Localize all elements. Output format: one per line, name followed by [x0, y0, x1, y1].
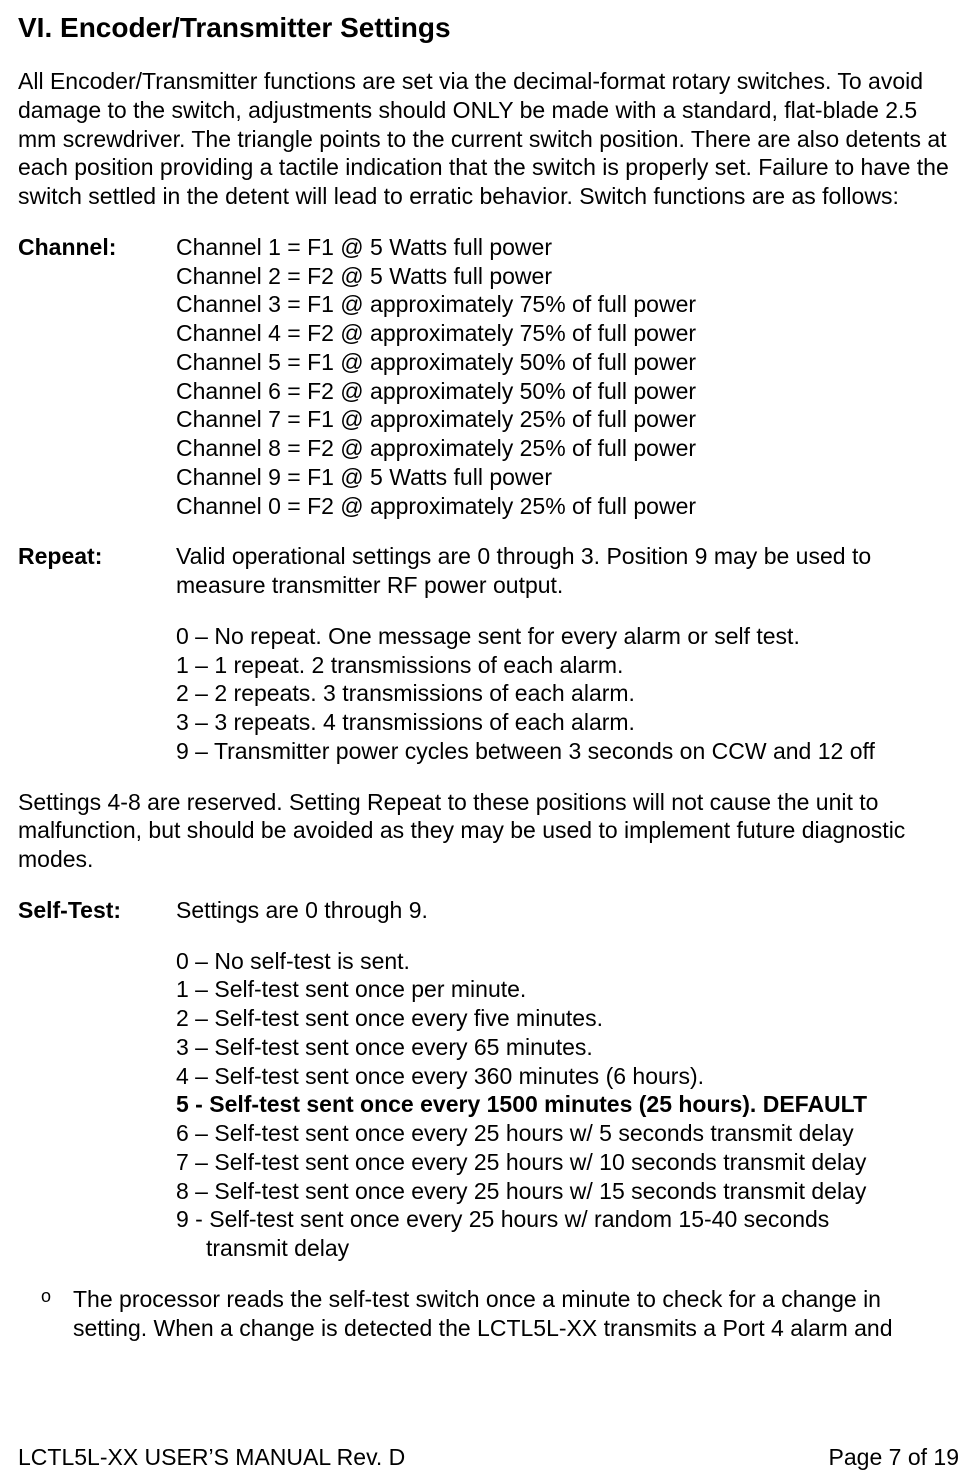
selftest-line: 3 – Self-test sent once every 65 minutes…: [176, 1033, 959, 1062]
bullet-text: The processor reads the self-test switch…: [73, 1285, 959, 1343]
channel-values: Channel 1 = F1 @ 5 Watts full power Chan…: [176, 233, 959, 521]
footer-page-number: Page 7 of 19: [829, 1443, 959, 1472]
selftest-values: Settings are 0 through 9. 0 – No self-te…: [176, 896, 959, 1263]
channel-line: Channel 8 = F2 @ approximately 25% of fu…: [176, 434, 959, 463]
reserved-paragraph: Settings 4-8 are reserved. Setting Repea…: [18, 788, 959, 874]
repeat-section: Repeat: Valid operational settings are 0…: [18, 542, 959, 765]
selftest-line: 6 – Self-test sent once every 25 hours w…: [176, 1119, 959, 1148]
selftest-line: 8 – Self-test sent once every 25 hours w…: [176, 1177, 959, 1206]
channel-line: Channel 6 = F2 @ approximately 50% of fu…: [176, 377, 959, 406]
repeat-values: Valid operational settings are 0 through…: [176, 542, 959, 765]
selftest-line-continuation: transmit delay: [176, 1234, 959, 1263]
channel-line: Channel 9 = F1 @ 5 Watts full power: [176, 463, 959, 492]
repeat-line: 9 – Transmitter power cycles between 3 s…: [176, 737, 959, 766]
channel-line: Channel 1 = F1 @ 5 Watts full power: [176, 233, 959, 262]
repeat-label: Repeat:: [18, 542, 176, 765]
repeat-line: 1 – 1 repeat. 2 transmissions of each al…: [176, 651, 959, 680]
selftest-section: Self-Test: Settings are 0 through 9. 0 –…: [18, 896, 959, 1263]
selftest-line: 7 – Self-test sent once every 25 hours w…: [176, 1148, 959, 1177]
channel-section: Channel: Channel 1 = F1 @ 5 Watts full p…: [18, 233, 959, 521]
repeat-line: 3 – 3 repeats. 4 transmissions of each a…: [176, 708, 959, 737]
intro-paragraph: All Encoder/Transmitter functions are se…: [18, 67, 959, 211]
bullet-marker-icon: o: [18, 1285, 73, 1343]
page-footer: LCTL5L-XX USER’S MANUAL Rev. D Page 7 of…: [18, 1443, 959, 1472]
selftest-line: 1 – Self-test sent once per minute.: [176, 975, 959, 1004]
channel-line: Channel 3 = F1 @ approximately 75% of fu…: [176, 290, 959, 319]
selftest-line: 4 – Self-test sent once every 360 minute…: [176, 1062, 959, 1091]
footer-manual-title: LCTL5L-XX USER’S MANUAL Rev. D: [18, 1443, 405, 1472]
channel-label: Channel:: [18, 233, 176, 521]
document-page: VI. Encoder/Transmitter Settings All Enc…: [0, 0, 971, 1484]
repeat-line: 0 – No repeat. One message sent for ever…: [176, 622, 959, 651]
channel-line: Channel 5 = F1 @ approximately 50% of fu…: [176, 348, 959, 377]
selftest-label: Self-Test:: [18, 896, 176, 1263]
channel-line: Channel 2 = F2 @ 5 Watts full power: [176, 262, 959, 291]
repeat-line: 2 – 2 repeats. 3 transmissions of each a…: [176, 679, 959, 708]
section-heading: VI. Encoder/Transmitter Settings: [18, 10, 959, 45]
selftest-line-default: 5 - Self-test sent once every 1500 minut…: [176, 1090, 959, 1119]
bullet-item: o The processor reads the self-test swit…: [18, 1285, 959, 1343]
repeat-intro: Valid operational settings are 0 through…: [176, 542, 959, 600]
selftest-line: 9 - Self-test sent once every 25 hours w…: [176, 1205, 959, 1234]
channel-line: Channel 0 = F2 @ approximately 25% of fu…: [176, 492, 959, 521]
selftest-line: 0 – No self-test is sent.: [176, 947, 959, 976]
selftest-line: 2 – Self-test sent once every five minut…: [176, 1004, 959, 1033]
selftest-intro: Settings are 0 through 9.: [176, 896, 959, 925]
channel-line: Channel 7 = F1 @ approximately 25% of fu…: [176, 405, 959, 434]
channel-line: Channel 4 = F2 @ approximately 75% of fu…: [176, 319, 959, 348]
